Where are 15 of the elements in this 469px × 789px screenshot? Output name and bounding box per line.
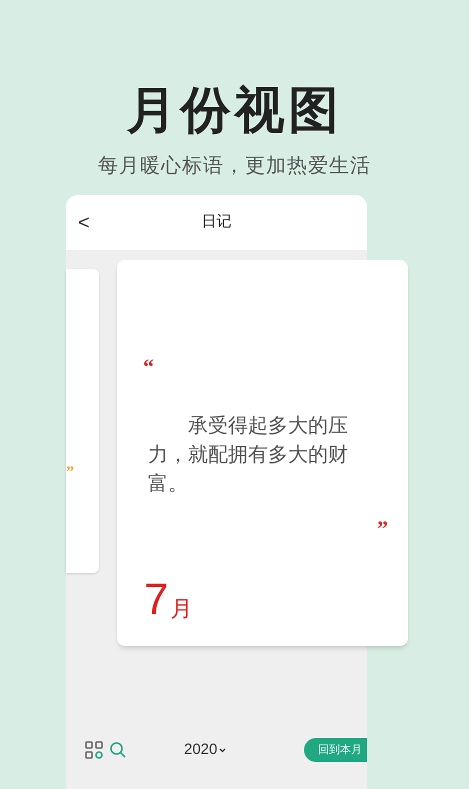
header-title: 日记	[202, 212, 232, 232]
month-unit: 月	[170, 598, 192, 620]
grid-icon[interactable]	[85, 741, 103, 759]
quote-text: 承受得起多大的压力，就配拥有多大的财富。	[148, 414, 349, 497]
back-button[interactable]: <	[78, 212, 90, 232]
headline: 月份视图	[126, 82, 342, 138]
search-icon[interactable]	[109, 741, 127, 759]
close-quote: ”	[66, 465, 74, 481]
month-number: 7	[144, 578, 168, 622]
subtitle: 每月暖心标语，更加热爱生活	[98, 154, 371, 178]
year-dropdown[interactable]: 2020	[184, 738, 226, 762]
close-quote: ”	[377, 518, 388, 540]
open-quote: “	[143, 356, 154, 378]
caret-icon	[219, 748, 226, 752]
calendar-card[interactable]: “ 承受得起多大的压力，就配拥有多大的财富。 ” 7 月	[117, 260, 408, 646]
